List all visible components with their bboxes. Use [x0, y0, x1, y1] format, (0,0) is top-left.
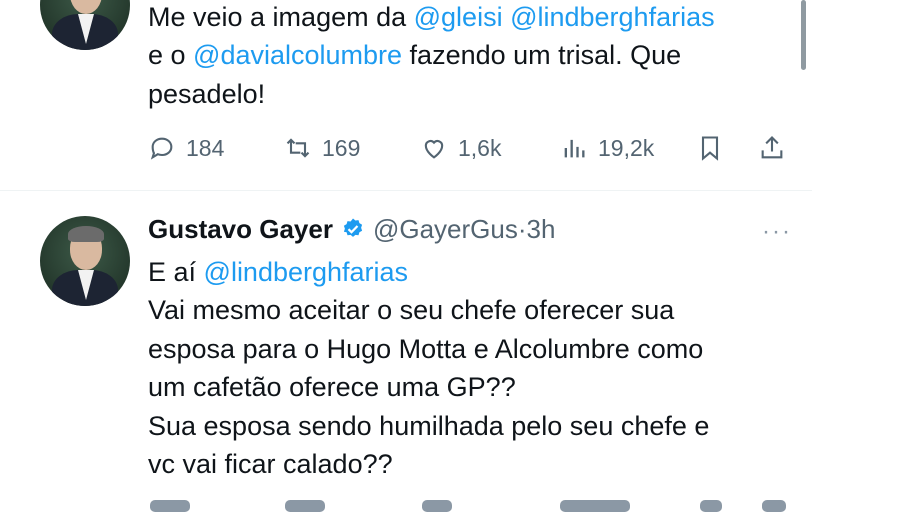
share-button[interactable]: [762, 500, 786, 512]
views-button[interactable]: [560, 500, 630, 512]
tweet-text-line-3: esposa para o Hugo Motta e Alcolumbre co…: [148, 334, 704, 364]
tweet-text-line-2: Vai mesmo aceitar o seu chefe oferecer s…: [148, 295, 675, 325]
avatar[interactable]: [40, 216, 130, 306]
tweet-header: Gustavo Gayer @GayerGus · 3h: [148, 213, 555, 245]
author-name[interactable]: Gustavo Gayer: [148, 213, 333, 245]
tweet-text-line-4: um cafetão oferece uma GP??: [148, 372, 516, 402]
author-handle[interactable]: @GayerGus: [373, 213, 518, 245]
reply-button[interactable]: [150, 500, 190, 512]
separator: ·: [517, 214, 527, 244]
mention-link[interactable]: @lindberghfarias: [204, 257, 409, 287]
bookmark-button[interactable]: [700, 500, 722, 512]
tweet-2[interactable]: Gustavo Gayer @GayerGus · 3h ··· E aí @l…: [0, 0, 820, 512]
more-options-icon[interactable]: ···: [762, 218, 792, 246]
verified-badge-icon: [343, 218, 363, 237]
retweet-button[interactable]: [285, 500, 325, 512]
timestamp[interactable]: 3h: [527, 213, 556, 245]
like-button[interactable]: [422, 500, 452, 512]
tweet-text-line-5: Sua esposa sendo humilhada pelo seu chef…: [148, 411, 710, 441]
tweet-text-line-1: E aí @lindberghfarias: [148, 257, 409, 287]
tweet-text-line-6: vc vai ficar calado??: [148, 449, 393, 479]
